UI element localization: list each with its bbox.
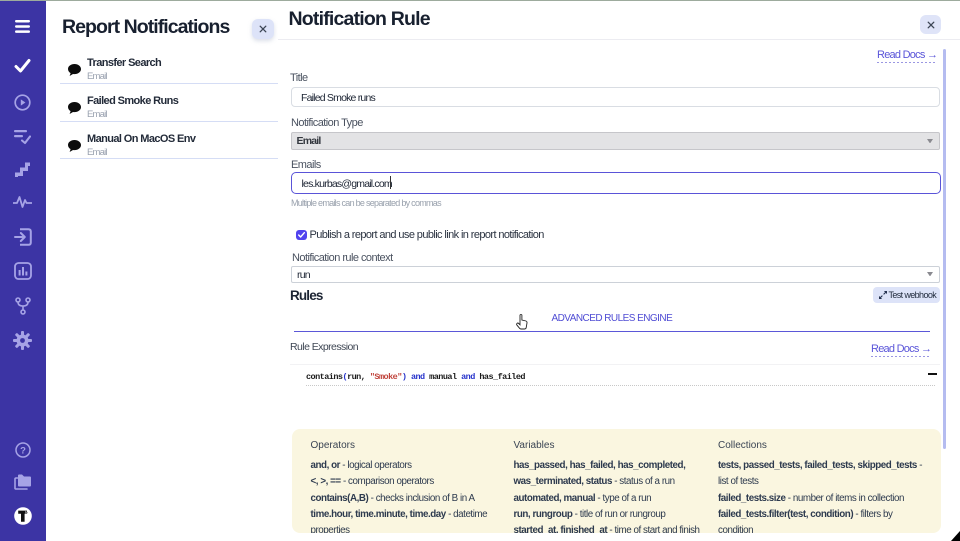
svg-text:?: ? — [20, 445, 26, 456]
